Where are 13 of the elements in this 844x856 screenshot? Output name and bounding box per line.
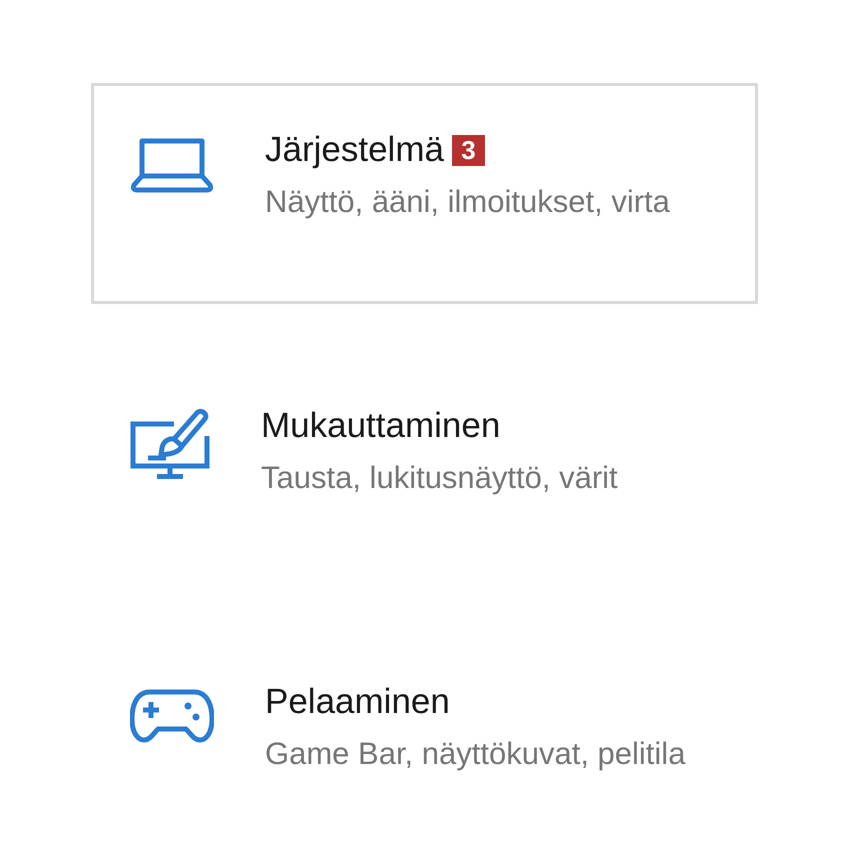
tile-subtitle: Tausta, lukitusnäyttö, värit: [261, 459, 618, 497]
tile-title: Järjestelmä: [265, 129, 444, 171]
tile-subtitle: Game Bar, näyttökuvat, pelitila: [265, 735, 686, 773]
settings-tile[interactable]: Pelaaminen Game Bar, näyttökuvat, pelitila: [91, 635, 758, 856]
settings-tile[interactable]: Järjestelmä 3 Näyttö, ääni, ilmoitukset, virta: [91, 83, 758, 304]
laptop-icon: [130, 138, 214, 193]
settings-tile[interactable]: Mukauttaminen Tausta, lukitusnäyttö, värit: [91, 359, 758, 580]
tile-title: Mukauttaminen: [261, 405, 500, 447]
tile-title: Pelaaminen: [265, 681, 450, 723]
tile-subtitle: Näyttö, ääni, ilmoitukset, virta: [265, 183, 670, 221]
number-badge: 3: [452, 134, 485, 166]
monitor-brush-icon: [130, 408, 210, 480]
gamepad-icon: [130, 689, 214, 743]
